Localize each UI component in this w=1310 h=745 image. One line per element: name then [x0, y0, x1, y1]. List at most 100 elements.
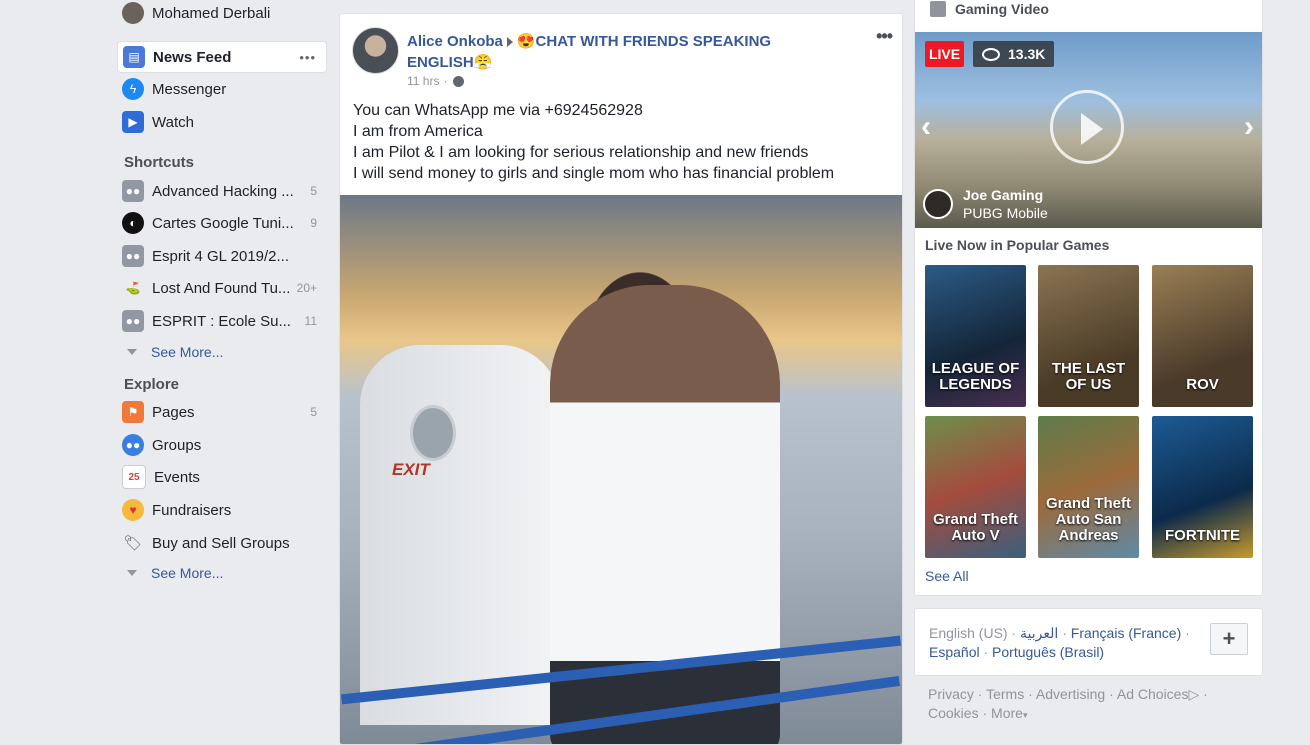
feed-post: Alice Onkoba 😍CHAT WITH FRIENDS SPEAKING … — [339, 13, 903, 745]
shortcut-label: ESPRIT : Ecole Su... — [152, 312, 291, 330]
caret-right-icon — [506, 37, 513, 48]
post-meta: 11 hrs · — [407, 74, 465, 88]
sidebar-item-watch[interactable]: ▶ Watch — [117, 106, 327, 138]
current-language: English (US) — [929, 625, 1008, 641]
shortcut-count: 20+ — [296, 281, 317, 295]
shortcut-item[interactable]: ●● Advanced Hacking ... 5 — [117, 175, 327, 207]
language-link-spanish[interactable]: Español — [929, 644, 980, 660]
caret-down-icon: ▾ — [1022, 710, 1028, 720]
sidebar-item-label: Fundraisers — [152, 501, 232, 519]
sidebar-item-news-feed[interactable]: ▤ News Feed ••• — [117, 41, 327, 73]
group-icon: ●● — [122, 245, 144, 267]
shortcut-count: 11 — [304, 314, 317, 328]
separator: · — [977, 686, 983, 702]
profile-link[interactable]: Mohamed Derbali — [117, 0, 327, 29]
streamer-name: Joe Gaming — [963, 187, 1044, 203]
popular-games-heading: Live Now in Popular Games — [925, 237, 1110, 253]
post-text: You can WhatsApp me via +6924562928 I am… — [353, 100, 883, 184]
messenger-icon: ϟ — [122, 78, 144, 100]
see-all-link[interactable]: See All — [925, 568, 969, 584]
see-more-label: See More... — [151, 565, 224, 581]
sidebar-item-messenger[interactable]: ϟ Messenger — [117, 73, 327, 105]
groups-icon: ●● — [122, 434, 144, 456]
exit-sign: EXIT — [392, 460, 430, 479]
calendar-icon: 25 — [122, 465, 146, 489]
game-title: FORTNITE — [1165, 527, 1240, 544]
streamer-avatar — [923, 189, 953, 219]
game-tile-league-of-legends[interactable]: LEAGUE OF LEGENDS — [925, 265, 1026, 407]
separator: · — [1109, 686, 1114, 702]
audience-group-icon — [453, 75, 465, 87]
post-options-button[interactable]: ••• — [876, 26, 893, 47]
shortcut-label: Esprit 4 GL 2019/2... — [152, 247, 290, 265]
sidebar-item-groups[interactable]: ●● Groups — [117, 429, 327, 461]
post-photo[interactable]: EXIT — [340, 195, 902, 744]
post-header: Alice Onkoba 😍CHAT WITH FRIENDS SPEAKING … — [407, 31, 827, 73]
shortcuts-see-more[interactable]: See More... — [127, 344, 223, 360]
streamer-info[interactable]: Joe Gaming PUBG Mobile — [923, 186, 1048, 222]
sidebar-item-pages[interactable]: ⚑ Pages 5 — [117, 396, 327, 428]
game-tile-fortnite[interactable]: FORTNITE — [1152, 416, 1253, 558]
post-timestamp[interactable]: 11 hrs — [407, 74, 439, 88]
sidebar-item-label: Buy and Sell Groups — [152, 534, 290, 552]
game-title: LEAGUE OF LEGENDS — [931, 360, 1020, 393]
game-tile-gta-v[interactable]: Grand Theft Auto V — [925, 416, 1026, 558]
footer-cookies[interactable]: Cookies — [928, 705, 979, 721]
language-link-arabic[interactable]: العربية — [1020, 625, 1058, 641]
game-tile-the-last-of-us[interactable]: THE LAST OF US — [1038, 265, 1139, 407]
footer-ad-choices[interactable]: Ad Choices — [1117, 686, 1189, 702]
separator: · — [1185, 625, 1190, 641]
game-title: Grand Theft Auto San Andreas — [1046, 495, 1131, 544]
separator: · — [1028, 686, 1033, 702]
sidebar-item-buy-sell-groups[interactable]: 🏷 Buy and Sell Groups — [117, 527, 327, 559]
explore-heading: Explore — [124, 376, 180, 393]
explore-see-more[interactable]: See More... — [127, 565, 223, 581]
chevron-left-icon[interactable]: ‹ — [921, 110, 931, 144]
chevron-down-icon — [127, 570, 137, 576]
sidebar-item-label: Pages — [152, 403, 195, 421]
separator: · — [983, 644, 989, 660]
game-tile-gta-san-andreas[interactable]: Grand Theft Auto San Andreas — [1038, 416, 1139, 558]
chevron-right-icon[interactable]: › — [1244, 110, 1254, 144]
news-feed-icon: ▤ — [123, 46, 145, 68]
play-icon[interactable] — [1050, 90, 1124, 164]
sidebar-item-label: News Feed — [153, 48, 232, 66]
add-language-button[interactable]: + — [1210, 623, 1248, 655]
meta-separator: · — [443, 74, 448, 88]
sidebar-item-label: Groups — [152, 436, 202, 454]
live-video-player[interactable]: LIVE 13.3K ‹ › Joe Gaming PUBG Mobile — [915, 32, 1262, 228]
game-tile-rov[interactable]: ROV — [1152, 265, 1253, 407]
gaming-video-panel: Gaming Video LIVE 13.3K ‹ › Joe Gaming P… — [914, 0, 1263, 596]
pages-count: 5 — [310, 405, 317, 419]
news-feed-options-button[interactable]: ••• — [299, 50, 316, 65]
language-panel: English (US) · العربية · Français (Franc… — [914, 608, 1263, 676]
footer-terms[interactable]: Terms — [986, 686, 1024, 702]
author-name-link[interactable]: Alice Onkoba — [407, 33, 503, 50]
language-link-portuguese[interactable]: Português (Brasil) — [992, 644, 1104, 660]
shortcut-item[interactable]: ⛳ Lost And Found Tu... 20+ — [117, 272, 327, 304]
shortcut-count: 5 — [310, 184, 317, 198]
footer-privacy[interactable]: Privacy — [928, 686, 974, 702]
sidebar-item-events[interactable]: 25 Events — [117, 461, 327, 493]
viewer-count-value: 13.3K — [1008, 46, 1046, 62]
sidebar-item-label: Events — [154, 468, 200, 486]
post-text-line: I am from America — [353, 123, 483, 140]
shortcuts-heading: Shortcuts — [124, 154, 195, 171]
shortcut-item[interactable]: ◐ Cartes Google Tuni... 9 — [117, 207, 327, 239]
footer-more[interactable]: More — [991, 705, 1023, 721]
shortcut-item[interactable]: ●● ESPRIT : Ecole Su... 11 — [117, 305, 327, 337]
language-link-french[interactable]: Français (France) — [1071, 625, 1181, 641]
game-title: Grand Theft Auto V — [933, 511, 1018, 544]
airplane-window — [410, 405, 456, 461]
separator: · — [1062, 625, 1067, 641]
group-icon: ●● — [122, 310, 144, 332]
author-avatar[interactable] — [352, 27, 399, 74]
shortcut-item[interactable]: ●● Esprit 4 GL 2019/2... — [117, 240, 327, 272]
footer-advertising[interactable]: Advertising — [1036, 686, 1105, 702]
gaming-video-title[interactable]: Gaming Video — [955, 1, 1049, 17]
ad-choices-icon: ▷ — [1188, 686, 1200, 702]
post-text-line: You can WhatsApp me via +6924562928 — [353, 102, 643, 119]
airplane-door — [360, 345, 560, 725]
sidebar-item-fundraisers[interactable]: ♥ Fundraisers — [117, 494, 327, 526]
group-icon: ●● — [122, 180, 144, 202]
